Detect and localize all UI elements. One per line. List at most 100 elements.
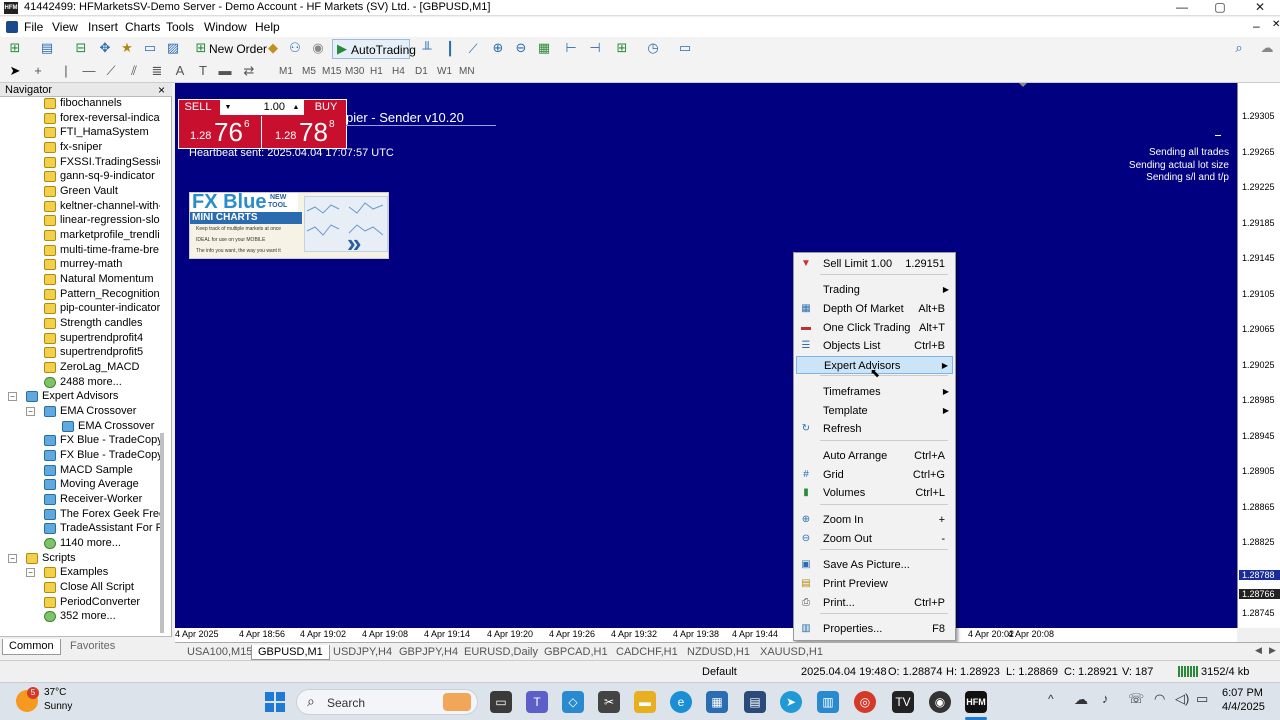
maximize-button[interactable]: ▢ [1200, 0, 1240, 16]
wifi-icon[interactable]: ◠ [1154, 691, 1165, 707]
indicator-item[interactable]: linear-regression-slop [0, 213, 160, 228]
tab-favorites[interactable]: Favorites [64, 639, 121, 655]
task-view-icon[interactable]: ▭ [490, 691, 512, 713]
obs-icon[interactable]: ◉ [929, 691, 951, 713]
menu-item-zoom-out[interactable]: ⊖ Zoom Out - [796, 530, 953, 548]
market-icon[interactable]: ◉ [309, 39, 327, 57]
chart-tab-gbpjpy-h4[interactable]: GBPJPY,H4 [399, 645, 458, 660]
menu-item-save-as-picture[interactable]: ▣ Save As Picture... [796, 556, 953, 574]
new-chart-icon[interactable]: ⊞ [6, 39, 24, 57]
teams-icon[interactable]: T [526, 691, 548, 713]
autotrading-button[interactable]: ▶ AutoTrading [332, 39, 416, 59]
indicator-item[interactable]: Natural Momentum [0, 272, 160, 287]
calculator-icon[interactable]: ▤ [744, 691, 766, 713]
sell-button[interactable]: SELL [178, 99, 218, 116]
indicator-item[interactable]: fx-sniper [0, 140, 160, 155]
tabs-scroll-right-icon[interactable]: ▶ [1269, 645, 1276, 656]
indicator-item[interactable]: forex-reversal-indicat [0, 111, 160, 126]
rectangle-icon[interactable]: ▬ [216, 62, 234, 80]
indicator-item[interactable]: multi-time-frame-bre [0, 243, 160, 258]
menu-item-depth-of-market[interactable]: ▦ Depth Of Market Alt+B [796, 300, 953, 318]
chart-tab-nzdusd-h1[interactable]: NZDUSD,H1 [687, 645, 750, 660]
start-button[interactable] [265, 692, 285, 712]
inner-minimize-button[interactable]: – [1253, 19, 1260, 33]
taskbar-search-box[interactable]: ⌕ Search [296, 689, 478, 715]
horizontal-line-icon[interactable]: — [80, 62, 98, 80]
tree-collapse-icon[interactable]: − [8, 392, 17, 402]
expert-item[interactable]: FX Blue - TradeCopy S [0, 448, 160, 463]
store-icon[interactable]: ▦ [706, 691, 728, 713]
minimize-button[interactable]: — [1162, 0, 1202, 16]
chart-tab-usdjpy-h4[interactable]: USDJPY,H4 [333, 645, 392, 660]
menu-item-print[interactable]: ⎙ Print... Ctrl+P [796, 594, 953, 612]
chrome-icon[interactable]: ◎ [854, 691, 876, 713]
microphone-icon[interactable]: ♪ [1102, 691, 1109, 706]
tab-common[interactable]: Common [2, 639, 61, 655]
chart-tab-usa100-m15[interactable]: USA100,M15 [187, 645, 252, 660]
onedrive-icon[interactable]: ☁ [1074, 691, 1088, 708]
snipping-tool-icon[interactable]: ✂ [598, 691, 620, 713]
script-item[interactable]: − Examples [0, 565, 160, 580]
menu-item-objects-list[interactable]: ☰ Objects List Ctrl+B [796, 337, 953, 355]
strategy-tester-icon[interactable]: ▨ [164, 39, 182, 57]
indicator-item[interactable]: supertrendprofit5 [0, 345, 160, 360]
tile-windows-icon[interactable]: ▦ [535, 39, 553, 57]
menu-view[interactable]: View [52, 20, 78, 34]
autoscroll-icon[interactable]: ⊣ [586, 39, 604, 57]
new-order-button[interactable]: ⊞ New Order [192, 39, 267, 59]
notepad-icon[interactable]: ▥ [817, 691, 839, 713]
indicator-item[interactable]: fibochannels [0, 97, 160, 111]
menu-item-template[interactable]: Template ▶ [796, 402, 953, 420]
chart-tab-eurusd-daily[interactable]: EURUSD,Daily [464, 645, 538, 660]
text-label-icon[interactable]: T [194, 62, 212, 80]
tree-collapse-icon[interactable]: − [26, 407, 35, 417]
menu-file[interactable]: File [24, 20, 43, 34]
signals-icon[interactable]: ⚇ [286, 39, 304, 57]
chat-icon[interactable]: ☁ [1258, 39, 1276, 57]
profiles-icon[interactable]: ▤ [38, 39, 56, 57]
sell-price[interactable]: 1.28 76 6 [178, 116, 262, 149]
menu-item-timeframes[interactable]: Timeframes ▶ [796, 383, 953, 401]
chart-tab-xauusd-h1[interactable]: XAUUSD,H1 [760, 645, 823, 660]
line-chart-icon[interactable]: ⟋ [464, 40, 482, 58]
buy-button[interactable]: BUY [305, 99, 347, 116]
search-icon[interactable]: ⌕ [1230, 39, 1248, 57]
menu-item-grid[interactable]: # Grid Ctrl+G [796, 466, 953, 484]
timeframe-m5[interactable]: M5 [302, 66, 316, 77]
edge-icon[interactable]: e [670, 691, 692, 713]
volume-icon[interactable]: ◁) [1175, 691, 1189, 707]
indicator-item[interactable]: FTI_HamaSystem [0, 125, 160, 140]
timeframe-m30[interactable]: M30 [345, 66, 364, 77]
expert-item[interactable]: EMA Crossover [0, 419, 160, 434]
show-hidden-icons[interactable]: ^ [1048, 692, 1054, 706]
templates-icon[interactable]: ▭ [676, 39, 694, 57]
battery-icon[interactable]: ▭ [1196, 691, 1208, 707]
market-watch-icon[interactable]: ⊟ [72, 39, 90, 57]
lot-size-input[interactable]: 1.00 [236, 100, 288, 115]
indicator-item[interactable]: Strength candles [0, 316, 160, 331]
menu-help[interactable]: Help [255, 20, 280, 34]
menu-item-trading[interactable]: Trading ▶ [796, 281, 953, 299]
menu-item-refresh[interactable]: ↻ Refresh [796, 420, 953, 438]
tabs-scroll-left-icon[interactable]: ◀ [1255, 645, 1262, 656]
timeframe-m15[interactable]: M15 [322, 66, 341, 77]
inner-close-button[interactable]: ✕ [1272, 19, 1280, 30]
indicator-item[interactable]: FXSSI.TradingSessions [0, 155, 160, 170]
chart-shift-icon[interactable]: ⊢ [562, 39, 580, 57]
script-item[interactable]: PeriodConverter [0, 595, 160, 610]
tree-collapse-icon[interactable]: − [8, 553, 17, 563]
expert-item[interactable]: MACD Sample [0, 463, 160, 478]
indicators-more-link[interactable]: 2488 more... [0, 375, 160, 390]
vertical-line-icon[interactable]: | [57, 62, 75, 80]
close-button[interactable]: ✕ [1240, 0, 1280, 16]
scripts-more-link[interactable]: 352 more... [0, 609, 160, 624]
indicator-item[interactable]: pip-counter-indicator [0, 301, 160, 316]
indicator-item[interactable]: Green Vault [0, 184, 160, 199]
chart-tab-cadchf-h1[interactable]: CADCHF,H1 [616, 645, 678, 660]
buy-price[interactable]: 1.28 78 8 [263, 116, 347, 149]
chart-tab-gbpusd-m1[interactable]: GBPUSD,M1 [251, 645, 330, 660]
indicator-item[interactable]: keltner-channel-with- [0, 199, 160, 214]
timeframe-w1[interactable]: W1 [437, 66, 452, 77]
meet-now-icon[interactable]: ☏ [1128, 691, 1144, 707]
text-icon[interactable]: A [171, 62, 189, 80]
